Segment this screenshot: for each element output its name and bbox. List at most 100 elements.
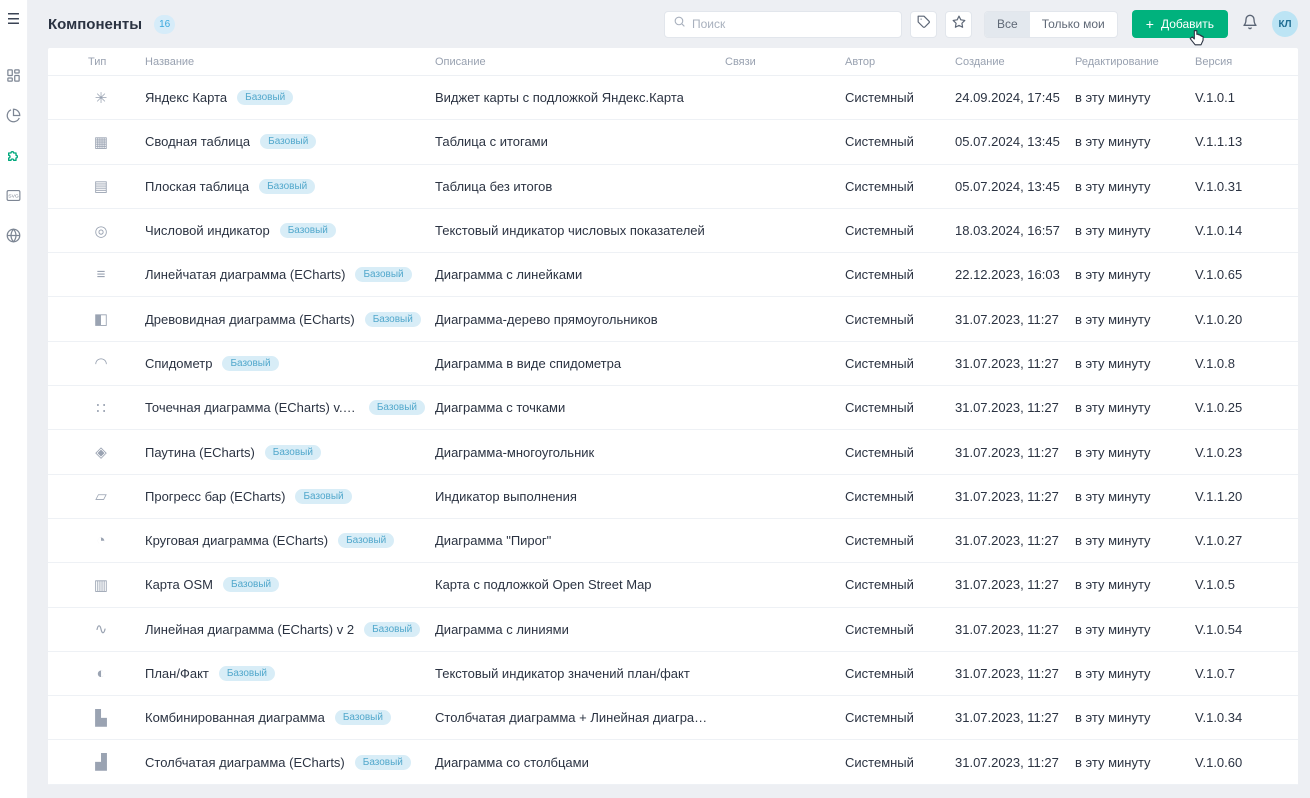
tags-filter-button[interactable]: [910, 11, 937, 38]
table-row[interactable]: ◧ Древовидная диаграмма (ECharts) Базовы…: [48, 297, 1298, 341]
sidebar-item-reports[interactable]: [0, 95, 28, 135]
hamburger-menu-icon[interactable]: ☰: [7, 12, 20, 27]
component-author: Системный: [845, 445, 955, 460]
page-title: Компоненты: [48, 16, 142, 33]
svg-text:SVG: SVG: [8, 193, 19, 199]
component-author: Системный: [845, 134, 955, 149]
globe-icon: [6, 228, 21, 243]
component-created: 31.07.2023, 11:27: [955, 312, 1075, 327]
sidebar-item-dashboards[interactable]: [0, 55, 28, 95]
component-edited: в эту минуту: [1075, 90, 1195, 105]
component-author: Системный: [845, 710, 955, 725]
component-edited: в эту минуту: [1075, 710, 1195, 725]
table-row[interactable]: ▤ Плоская таблица Базовый Таблица без ит…: [48, 165, 1298, 209]
table-row[interactable]: ≡ Линейчатая диаграмма (ECharts) Базовый…: [48, 253, 1298, 297]
component-name: План/Факт: [145, 666, 209, 681]
search-box[interactable]: [664, 11, 902, 38]
basic-badge: Базовый: [259, 179, 315, 194]
table-row[interactable]: ◠ Спидометр Базовый Диаграмма в виде спи…: [48, 342, 1298, 386]
search-input[interactable]: [692, 17, 893, 31]
component-author: Системный: [845, 223, 955, 238]
column-header-created[interactable]: Создание: [955, 56, 1075, 68]
component-edited: в эту минуту: [1075, 267, 1195, 282]
component-author: Системный: [845, 533, 955, 548]
column-header-version[interactable]: Версия: [1195, 56, 1298, 68]
component-edited: в эту минуту: [1075, 312, 1195, 327]
table-row[interactable]: ∿ Линейная диаграмма (ECharts) v 2 Базов…: [48, 608, 1298, 652]
column-header-type[interactable]: Тип: [88, 56, 145, 68]
toggle-all[interactable]: Все: [985, 12, 1030, 37]
components-table: Тип Название Описание Связи Автор Создан…: [48, 48, 1298, 785]
table-row[interactable]: ◎ Числовой индикатор Базовый Текстовый и…: [48, 209, 1298, 253]
favorites-filter-button[interactable]: [945, 11, 972, 38]
basic-badge: Базовый: [219, 666, 275, 681]
component-author: Системный: [845, 577, 955, 592]
component-description: Диаграмма с линиями: [435, 622, 725, 637]
component-version: V.1.0.8: [1195, 356, 1298, 371]
add-component-button[interactable]: + Добавить: [1132, 10, 1228, 38]
component-description: Столбчатая диаграмма + Линейная диаграмм…: [435, 710, 725, 725]
component-edited: в эту минуту: [1075, 356, 1195, 371]
flat-table-icon: ▤: [90, 177, 112, 195]
column-header-description[interactable]: Описание: [435, 56, 725, 68]
add-button-label: Добавить: [1161, 17, 1214, 31]
component-description: Таблица без итогов: [435, 179, 725, 194]
column-header-author[interactable]: Автор: [845, 56, 955, 68]
component-description: Карта с подложкой Open Street Map: [435, 577, 725, 592]
sidebar-item-svg-library[interactable]: SVG: [0, 175, 28, 215]
basic-badge: Базовый: [223, 577, 279, 592]
component-version: V.1.0.27: [1195, 533, 1298, 548]
component-version: V.1.0.25: [1195, 400, 1298, 415]
table-row[interactable]: ▙ Комбинированная диаграмма Базовый Стол…: [48, 696, 1298, 740]
component-created: 31.07.2023, 11:27: [955, 710, 1075, 725]
component-created: 31.07.2023, 11:27: [955, 400, 1075, 415]
topbar: Компоненты 16 Все Только мои + Добави: [28, 0, 1310, 48]
table-row[interactable]: ▦ Сводная таблица Базовый Таблица с итог…: [48, 120, 1298, 164]
yandex-map-icon: ✳: [90, 89, 112, 107]
component-description: Индикатор выполнения: [435, 489, 725, 504]
sidebar-item-globe[interactable]: [0, 215, 28, 255]
component-author: Системный: [845, 400, 955, 415]
component-edited: в эту минуту: [1075, 400, 1195, 415]
component-created: 31.07.2023, 11:27: [955, 755, 1075, 770]
line-chart-icon: ∿: [90, 620, 112, 638]
search-icon: [673, 15, 686, 33]
component-version: V.1.0.54: [1195, 622, 1298, 637]
component-created: 24.09.2024, 17:45: [955, 90, 1075, 105]
component-created: 05.07.2024, 13:45: [955, 179, 1075, 194]
tag-icon: [917, 15, 931, 34]
sidebar-item-components[interactable]: [0, 135, 28, 175]
plan-fact-icon: ◐: [90, 665, 112, 682]
components-count-badge: 16: [154, 15, 175, 34]
basic-badge: Базовый: [369, 400, 425, 415]
basic-badge: Базовый: [355, 267, 411, 282]
component-version: V.1.0.34: [1195, 710, 1298, 725]
table-row[interactable]: ▥ Карта OSM Базовый Карта с подложкой Op…: [48, 563, 1298, 607]
toggle-only-mine[interactable]: Только мои: [1030, 12, 1117, 37]
column-header-links[interactable]: Связи: [725, 56, 845, 68]
table-row[interactable]: ▱ Прогресс бар (ECharts) Базовый Индикат…: [48, 475, 1298, 519]
user-avatar[interactable]: КЛ: [1272, 11, 1298, 37]
puzzle-icon: [6, 147, 22, 163]
component-version: V.1.0.31: [1195, 179, 1298, 194]
component-created: 31.07.2023, 11:27: [955, 356, 1075, 371]
table-row[interactable]: ∷ Точечная диаграмма (ECharts) v. 1.1.0 …: [48, 386, 1298, 430]
table-row[interactable]: ✳ Яндекс Карта Базовый Виджет карты с по…: [48, 76, 1298, 120]
component-version: V.1.1.20: [1195, 489, 1298, 504]
component-name: Прогресс бар (ECharts): [145, 489, 285, 504]
component-author: Системный: [845, 179, 955, 194]
column-header-name[interactable]: Название: [145, 56, 435, 68]
plus-icon: +: [1146, 17, 1154, 31]
table-row[interactable]: ◔ Круговая диаграмма (ECharts) Базовый Д…: [48, 519, 1298, 563]
table-row[interactable]: ◈ Паутина (ECharts) Базовый Диаграмма-мн…: [48, 430, 1298, 474]
component-description: Диаграмма "Пирог": [435, 533, 725, 548]
notifications-button[interactable]: [1236, 10, 1264, 38]
column-header-edited[interactable]: Редактирование: [1075, 56, 1195, 68]
table-row[interactable]: ▟ Столбчатая диаграмма (ECharts) Базовый…: [48, 740, 1298, 784]
component-name: Яндекс Карта: [145, 90, 227, 105]
component-author: Системный: [845, 90, 955, 105]
component-name: Линейная диаграмма (ECharts) v 2: [145, 622, 354, 637]
table-row[interactable]: ◐ План/Факт Базовый Текстовый индикатор …: [48, 652, 1298, 696]
pie-chart-icon: ◔: [90, 532, 112, 549]
component-version: V.1.0.5: [1195, 577, 1298, 592]
